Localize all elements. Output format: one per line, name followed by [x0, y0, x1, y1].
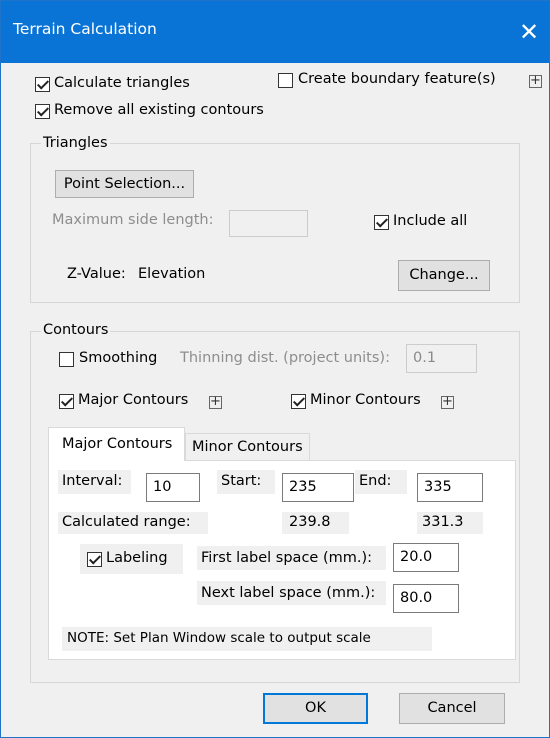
z-value-text: Elevation: [138, 266, 206, 282]
max-side-length-label: Maximum side length:: [52, 212, 214, 228]
major-contours-checkbox[interactable]: [59, 394, 74, 409]
title-bar: Terrain Calculation ✕: [1, 1, 549, 63]
tab-major-contours[interactable]: Major Contours: [48, 427, 185, 461]
thinning-distance-label: Thinning dist. (project units):: [180, 350, 390, 366]
calculated-range-min: 239.8: [289, 514, 331, 530]
end-input[interactable]: 335: [417, 473, 483, 502]
minor-contours-checkbox[interactable]: [291, 394, 306, 409]
smoothing-checkbox[interactable]: [59, 352, 74, 367]
include-all-label[interactable]: Include all: [393, 213, 467, 229]
z-value-label: Z-Value:: [67, 266, 126, 282]
next-label-space-label: Next label space (mm.):: [201, 585, 376, 601]
contours-group-title: Contours: [41, 322, 111, 338]
include-all-checkbox[interactable]: [374, 215, 389, 230]
interval-input[interactable]: 10: [146, 473, 200, 502]
scale-note: NOTE: Set Plan Window scale to output sc…: [67, 630, 371, 646]
start-label: Start:: [221, 473, 262, 489]
dialog-title: Terrain Calculation: [13, 20, 157, 38]
labeling-checkbox[interactable]: [87, 552, 102, 567]
create-boundary-checkbox[interactable]: [278, 73, 293, 88]
calculated-range-max: 331.3: [422, 514, 464, 530]
expand-boundary-plus-icon[interactable]: +: [529, 74, 542, 88]
expand-major-contours-plus-icon[interactable]: +: [209, 395, 222, 409]
first-label-space-input[interactable]: 20.0: [393, 543, 459, 572]
next-label-space-input[interactable]: 80.0: [393, 584, 459, 613]
major-contours-label[interactable]: Major Contours: [78, 392, 188, 408]
cancel-button[interactable]: Cancel: [399, 693, 505, 724]
first-label-space-label: First label space (mm.):: [201, 550, 373, 566]
triangles-group-title: Triangles: [41, 135, 110, 151]
calculate-triangles-checkbox[interactable]: [35, 77, 50, 92]
point-selection-button[interactable]: Point Selection...: [55, 170, 194, 198]
smoothing-label[interactable]: Smoothing: [79, 350, 157, 366]
start-input[interactable]: 235: [282, 473, 354, 502]
calculated-range-label: Calculated range:: [62, 514, 191, 530]
change-zvalue-button[interactable]: Change...: [398, 260, 490, 291]
calculate-triangles-label[interactable]: Calculate triangles: [54, 75, 190, 91]
terrain-calculation-dialog: Terrain Calculation ✕ Calculate triangle…: [0, 0, 550, 738]
max-side-length-input[interactable]: [229, 210, 308, 237]
close-icon[interactable]: ✕: [509, 1, 549, 63]
remove-contours-checkbox[interactable]: [35, 104, 50, 119]
end-label: End:: [359, 473, 392, 489]
minor-contours-label[interactable]: Minor Contours: [310, 392, 421, 408]
create-boundary-label[interactable]: Create boundary feature(s): [298, 71, 496, 87]
thinning-distance-input[interactable]: 0.1: [406, 344, 477, 373]
ok-button[interactable]: OK: [263, 693, 368, 724]
interval-label: Interval:: [62, 473, 123, 489]
expand-minor-contours-plus-icon[interactable]: +: [441, 395, 454, 409]
remove-contours-label[interactable]: Remove all existing contours: [54, 102, 264, 118]
labeling-label[interactable]: Labeling: [106, 550, 168, 566]
tab-minor-contours[interactable]: Minor Contours: [185, 433, 310, 461]
